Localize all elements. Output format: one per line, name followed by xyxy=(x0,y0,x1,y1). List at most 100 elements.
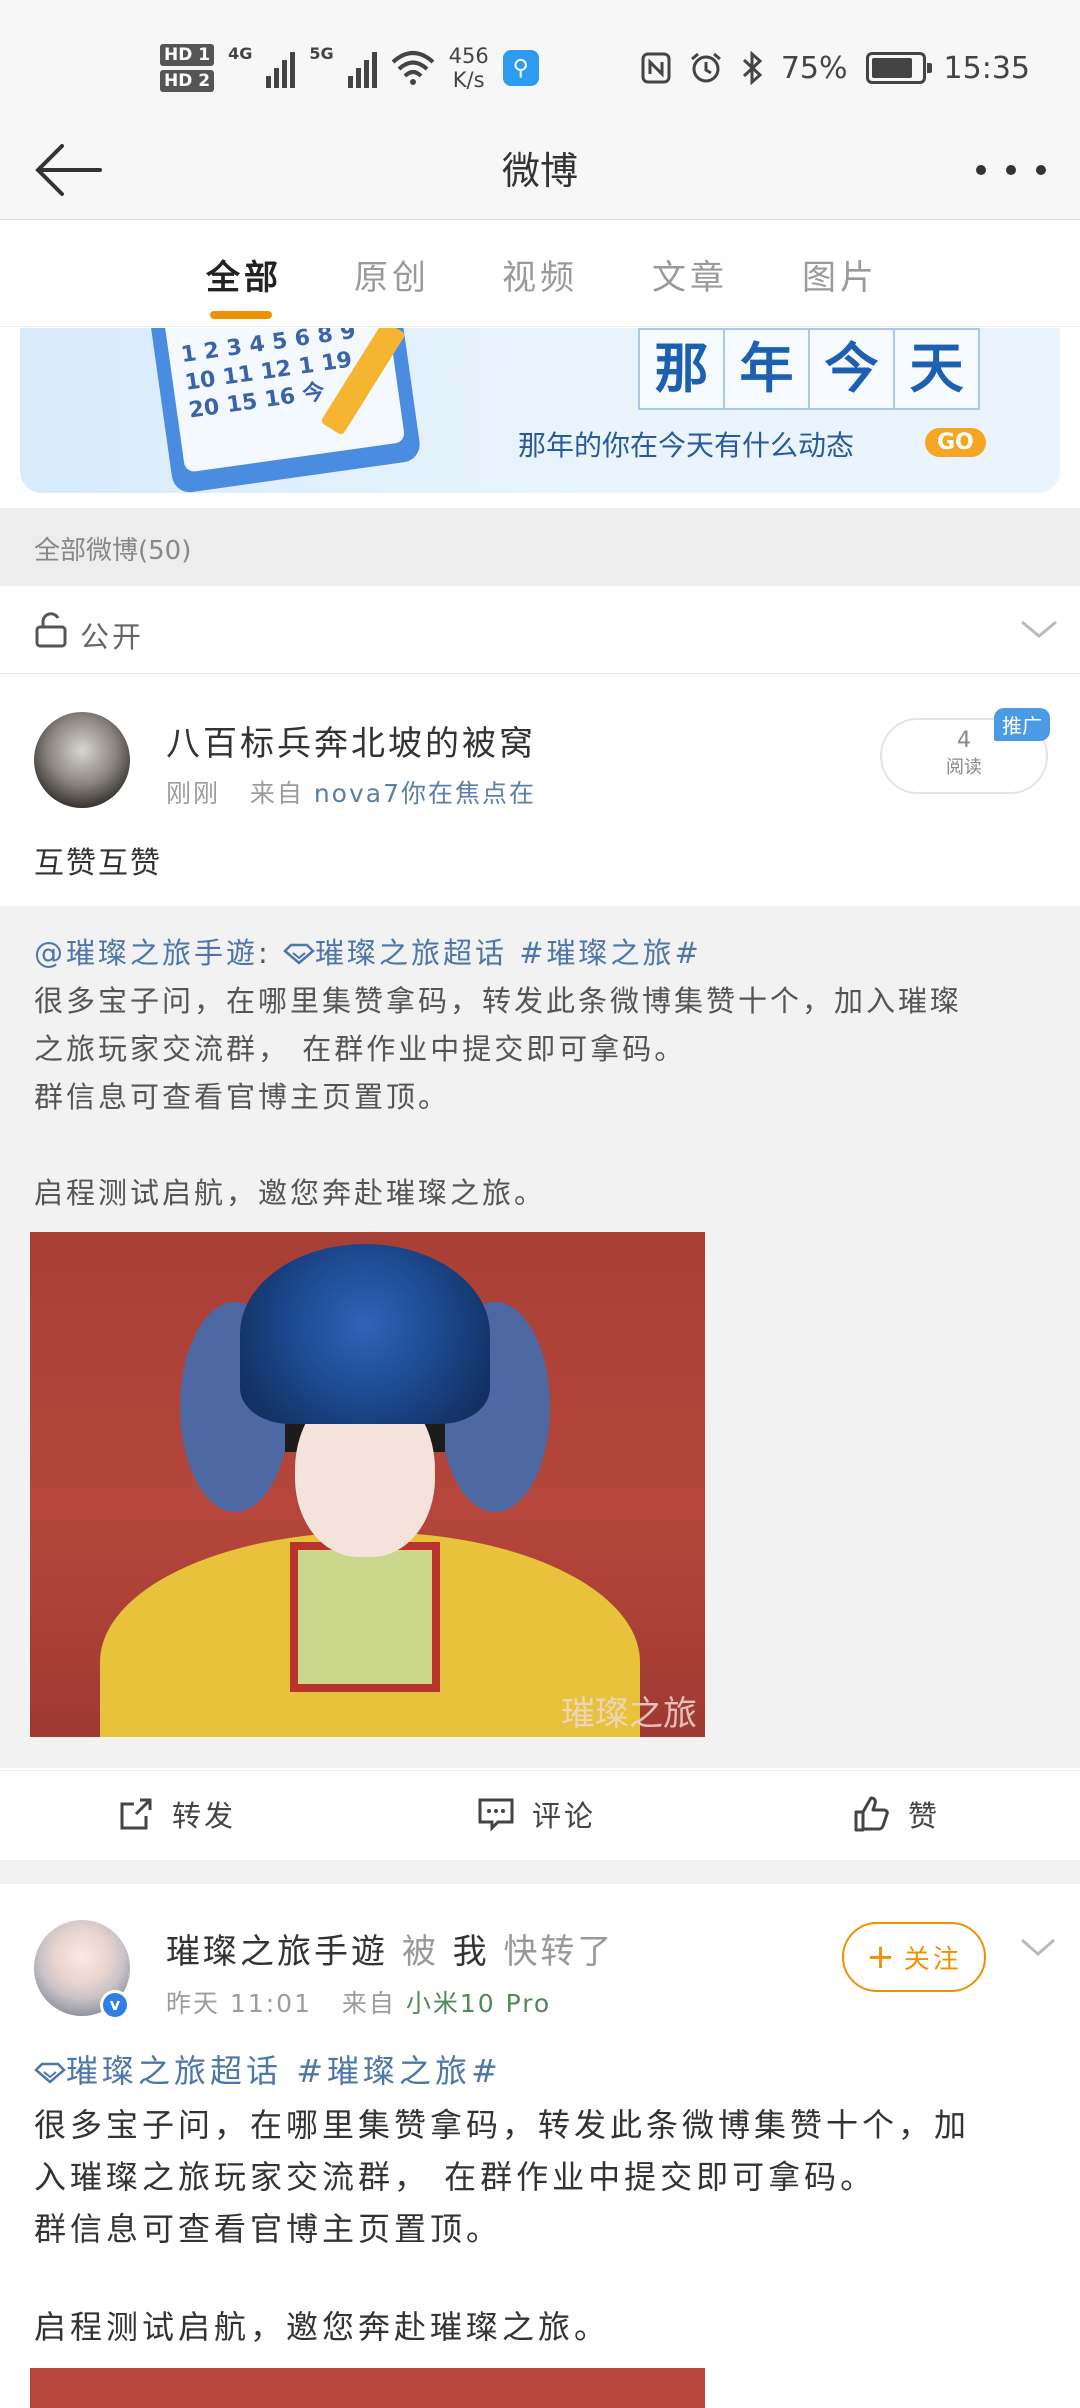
nfc-icon xyxy=(641,52,671,84)
post2-source[interactable]: 小米10 Pro xyxy=(406,1989,551,2018)
forward-line-4: 启程测试启航，邀您奔赴璀璨之旅。 xyxy=(34,1176,547,1210)
speed-unit: K/s xyxy=(452,68,485,92)
post2-line-2: 入璀璨之旅玩家交流群， 在群作业中提交即可拿码。 xyxy=(34,2158,877,2196)
like-label: 赞 xyxy=(908,1799,941,1833)
forward-line-2: 之旅玩家交流群， 在群作业中提交即可拿码。 xyxy=(34,1032,687,1066)
forward-line-1: 很多宝子问，在哪里集赞拿码，转发此条微博集赞十个，加入璀璨 xyxy=(34,984,963,1018)
follow-button[interactable]: + 关注 xyxy=(842,1922,986,1992)
forward-colon: : xyxy=(258,936,271,970)
image-watermark: 璀璨之旅 xyxy=(561,1694,697,1734)
net-speed: 456 K/s xyxy=(449,44,489,92)
clock: 15:35 xyxy=(943,50,1030,86)
chevron-down-icon[interactable] xyxy=(1018,1928,1058,1968)
weibo-count: 全部微博(50) xyxy=(34,536,192,566)
net2-label: 5G xyxy=(309,44,334,63)
status-right: 75% 15:35 xyxy=(641,42,1030,94)
signal-icon-2 xyxy=(347,48,377,88)
post-username[interactable]: 八百标兵奔北坡的被窝 xyxy=(166,716,536,765)
repost-button[interactable]: 转发 xyxy=(116,1793,236,1835)
page-title: 微博 xyxy=(501,149,578,193)
post-source[interactable]: nova7你在焦点在 xyxy=(314,779,536,808)
net1-label: 4G xyxy=(228,44,253,63)
weibo-count-band: 全部微博(50) xyxy=(0,508,1080,586)
post2-action: 快转了 xyxy=(503,1932,615,1972)
post2-meta: 昨天 11:01 来自 小米10 Pro xyxy=(166,1984,551,2020)
visibility-filter[interactable]: 公开 xyxy=(0,586,1080,674)
wifi-icon xyxy=(391,51,434,85)
filter-label: 公开 xyxy=(80,620,145,654)
tab-all[interactable]: 全部 xyxy=(206,250,282,299)
banner-char-3: 今 xyxy=(808,328,895,410)
hd2-label: HD 2 xyxy=(160,70,215,92)
memories-banner[interactable]: 1 2 3 4 5 6 8 9 10 11 12 1 19 20 15 16 今… xyxy=(20,328,1060,493)
bluetooth-icon xyxy=(742,51,763,85)
post-meta: 刚刚 来自 nova7你在焦点在 xyxy=(166,774,536,810)
status-bar: HD 1 HD 2 4G 5G 456 K/s ⚲ 75% 15:35 xyxy=(0,0,1080,135)
tab-article[interactable]: 文章 xyxy=(652,250,728,299)
battery-icon xyxy=(865,52,932,84)
comment-icon xyxy=(478,1798,514,1832)
post2-from-label: 来自 xyxy=(341,1989,396,2018)
banner-title: 那 年 今 天 xyxy=(638,328,980,410)
tab-bar: 全部 原创 视频 文章 图片 xyxy=(0,222,1080,327)
post-text: 互赞互赞 xyxy=(34,846,162,881)
post-image[interactable]: 璀璨之旅 xyxy=(30,1232,705,1737)
post2-line-3: 群信息可查看官博主页置顶。 xyxy=(34,2210,503,2248)
views-label: 阅读 xyxy=(946,757,982,778)
avatar[interactable] xyxy=(34,712,130,808)
hd1-label: HD 1 xyxy=(160,44,215,66)
diamond-icon xyxy=(283,943,315,965)
plus-icon: + xyxy=(866,1937,898,1977)
tab-video[interactable]: 视频 xyxy=(502,250,578,299)
follow-label: 关注 xyxy=(903,1944,962,1975)
verified-badge-icon: v xyxy=(100,1990,130,2020)
lock-icon xyxy=(35,612,67,648)
battery-percent: 75% xyxy=(780,50,848,86)
like-button[interactable]: 赞 xyxy=(852,1793,940,1835)
crown-shape xyxy=(240,1244,490,1424)
more-icon[interactable] xyxy=(976,140,1046,200)
chevron-down-icon[interactable] xyxy=(1018,608,1060,650)
forwarded-post[interactable]: @璀璨之旅手遊: 璀璨之旅超话 #璀璨之旅# 很多宝子问，在哪里集赞拿码，转发此… xyxy=(0,906,1080,1768)
status-left: HD 1 HD 2 4G 5G 456 K/s ⚲ xyxy=(160,36,539,100)
tab-original[interactable]: 原创 xyxy=(354,250,430,299)
banner-char-4: 天 xyxy=(893,328,980,410)
post-actions: 转发 评论 赞 xyxy=(0,1770,1080,1860)
forward-topic-2[interactable]: #璀璨之旅# xyxy=(519,936,702,970)
post-from-label: 来自 xyxy=(249,779,304,808)
promote-badge[interactable]: 推广 xyxy=(994,708,1050,741)
go-button[interactable]: GO xyxy=(925,428,986,457)
repost-label: 转发 xyxy=(172,1799,237,1833)
active-tab-indicator xyxy=(210,311,272,319)
post-time: 刚刚 xyxy=(166,779,221,808)
thumbs-up-icon xyxy=(854,1796,889,1832)
post-separator xyxy=(0,1860,1080,1884)
comment-label: 评论 xyxy=(532,1799,597,1833)
nav-bar: 微博 xyxy=(0,120,1080,220)
alarm-icon xyxy=(690,52,721,83)
post2-title-line: 璀璨之旅手遊 被 我 快转了 xyxy=(166,1924,614,1973)
forward-topic-1[interactable]: 璀璨之旅超话 xyxy=(315,936,507,970)
signal-icon xyxy=(266,48,296,88)
banner-char-2: 年 xyxy=(723,328,810,410)
post-card-1: 八百标兵奔北坡的被窝 刚刚 来自 nova7你在焦点在 4 阅读 推广 互赞互赞 xyxy=(0,676,1080,906)
post2-by: 被 xyxy=(401,1932,439,1972)
post2-me[interactable]: 我 xyxy=(453,1932,490,1972)
forward-header: @璀璨之旅手遊: 璀璨之旅超话 #璀璨之旅# xyxy=(34,930,702,972)
tab-image[interactable]: 图片 xyxy=(802,250,878,299)
post2-topic-2[interactable]: #璀璨之旅# xyxy=(296,2052,502,2090)
banner-subtitle: 那年的你在今天有什么动态 xyxy=(518,429,855,462)
post2-image[interactable] xyxy=(30,2368,705,2408)
post-card-2: v 璀璨之旅手遊 被 我 快转了 昨天 11:01 来自 小米10 Pro + 关… xyxy=(0,1884,1080,2400)
post2-line-4: 启程测试启航，邀您奔赴璀璨之旅。 xyxy=(34,2308,611,2346)
repost-icon xyxy=(120,1798,152,1830)
post2-username[interactable]: 璀璨之旅手遊 xyxy=(166,1932,388,1972)
forward-mention[interactable]: @璀璨之旅手遊 xyxy=(34,936,258,970)
post2-topic-1[interactable]: 璀璨之旅超话 xyxy=(66,2052,282,2090)
post2-topics: 璀璨之旅超话 #璀璨之旅# xyxy=(34,2046,502,2092)
post2-time: 昨天 11:01 xyxy=(166,1989,312,2018)
comment-button[interactable]: 评论 xyxy=(476,1793,596,1835)
banner-char-1: 那 xyxy=(638,328,725,410)
search-app-icon: ⚲ xyxy=(502,50,539,86)
post2-line-1: 很多宝子问，在哪里集赞拿码，转发此条微博集赞十个，加 xyxy=(34,2106,971,2144)
